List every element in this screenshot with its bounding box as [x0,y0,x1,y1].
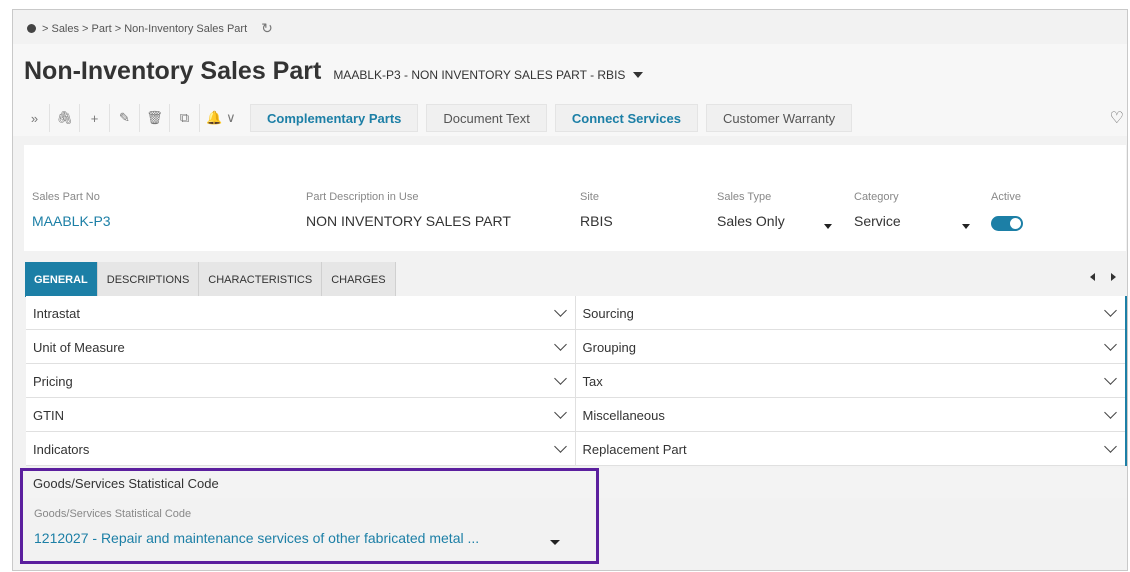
group-unit-of-measure[interactable]: Unit of Measure [26,330,576,364]
site-field: Site RBIS [580,191,613,229]
chevron-down-icon[interactable] [553,440,567,453]
chevron-down-icon[interactable] [553,338,567,351]
breadcrumb-path[interactable]: > Sales > Part > Non-Inventory Sales Par… [42,23,247,35]
chevron-down-icon[interactable] [1104,304,1117,317]
chevron-down-icon[interactable] [553,372,567,385]
category-dropdown-icon[interactable] [962,224,970,229]
header-card: Sales Part No MAABLK-P3 Part Description… [24,145,1126,251]
group-miscellaneous[interactable]: Miscellaneous [576,398,1126,432]
part-description-label: Part Description in Use [306,191,419,203]
part-description-field: Part Description in Use NON INVENTORY SA… [306,191,511,229]
toggle-knob [1010,218,1021,229]
group-row: GTIN Miscellaneous [26,398,1125,432]
group-indicators[interactable]: Indicators [26,432,576,466]
category-label: Category [854,191,899,203]
part-description-value: NON INVENTORY SALES PART [306,213,511,229]
tab-descriptions[interactable]: DESCRIPTIONS [97,262,200,297]
sales-type-field[interactable]: Sales Type Sales Only [717,191,835,229]
sales-part-no-label: Sales Part No [32,191,100,203]
active-label: Active [991,191,1021,203]
group-pricing[interactable]: Pricing [26,364,576,398]
category-value[interactable]: Service [854,213,974,229]
sales-part-no-field: Sales Part No MAABLK-P3 [32,191,111,229]
chevron-down-icon[interactable] [1104,372,1117,385]
group-label: Pricing [33,373,73,389]
group-row: Intrastat Sourcing [26,296,1125,330]
group-sourcing[interactable]: Sourcing [576,296,1126,330]
chevron-down-icon[interactable] [553,304,567,317]
tab-charges[interactable]: CHARGES [322,262,396,297]
site-label: Site [580,191,599,203]
scroll-right-icon[interactable] [1111,273,1116,281]
customer-warranty-button[interactable]: Customer Warranty [705,104,853,132]
chevron-down-icon[interactable] [1104,338,1117,351]
active-toggle[interactable] [991,216,1023,231]
chevron-down-icon[interactable] [553,406,567,419]
group-intrastat[interactable]: Intrastat [26,296,576,330]
group-row: Pricing Tax [26,364,1125,398]
refresh-icon[interactable]: ↻ [261,20,273,37]
sales-type-dropdown-icon[interactable] [824,224,832,229]
tab-general[interactable]: GENERAL [25,262,98,297]
group-panel: Intrastat Sourcing Unit of Measure Group… [26,296,1127,466]
group-row: Indicators Replacement Part [26,432,1125,466]
favorite-heart-icon[interactable]: ♡ [1110,108,1124,128]
sales-type-value[interactable]: Sales Only [717,213,835,229]
delete-icon[interactable]: 🗑 [140,104,170,132]
tab-bar: GENERAL DESCRIPTIONS CHARACTERISTICS CHA… [25,262,396,297]
bell-icon[interactable]: 🔔 ∨ [200,104,242,132]
group-grouping[interactable]: Grouping [576,330,1126,364]
group-label: Grouping [582,339,636,355]
page-title: Non-Inventory Sales Part [24,57,322,85]
connect-services-button[interactable]: Connect Services [554,104,698,132]
caret-down-icon[interactable] [633,72,644,78]
group-gtin[interactable]: GTIN [26,398,576,432]
sales-type-label: Sales Type [717,191,772,203]
group-label: Intrastat [33,305,80,321]
chevron-down-icon[interactable] [1104,440,1117,453]
sales-part-no-value[interactable]: MAABLK-P3 [32,213,111,229]
document-text-button[interactable]: Document Text [426,104,547,132]
active-field: Active [991,191,1031,231]
group-label: Indicators [33,441,90,457]
breadcrumb: > Sales > Part > Non-Inventory Sales Par… [27,20,273,37]
tab-characteristics[interactable]: CHARACTERISTICS [199,262,323,297]
group-tax[interactable]: Tax [576,364,1126,398]
group-replacement-part[interactable]: Replacement Part [576,432,1126,466]
site-value: RBIS [580,213,613,229]
highlight-box [20,468,599,564]
add-icon[interactable]: + [80,104,110,132]
group-label: Replacement Part [582,441,687,457]
edit-icon[interactable]: ✎ [110,104,140,132]
chevron-down-icon[interactable] [1104,406,1117,419]
complementary-parts-button[interactable]: Complementary Parts [250,104,419,132]
tab-scroll-arrows [1090,273,1116,281]
attachment-icon[interactable]: 🖇 [50,104,80,132]
category-field[interactable]: Category Service [854,191,974,229]
dot-icon[interactable] [27,24,36,33]
toolbar: » 🖇 + ✎ 🗑 ⧉ 🔔 ∨ Complementary Parts Docu… [20,103,853,133]
expand-icon[interactable]: » [20,104,50,132]
group-label: Sourcing [582,305,634,321]
scroll-left-icon[interactable] [1090,273,1095,281]
page-subtitle: MAABLK-P3 - NON INVENTORY SALES PART - R… [333,68,626,82]
group-row: Unit of Measure Grouping [26,330,1125,364]
group-label: Unit of Measure [33,339,125,355]
page-subtitle-selector[interactable]: MAABLK-P3 - NON INVENTORY SALES PART - R… [333,68,644,82]
group-label: GTIN [33,407,65,423]
copy-icon[interactable]: ⧉ [170,104,200,132]
group-label: Miscellaneous [582,407,665,423]
title-row: Non-Inventory Sales Part MAABLK-P3 - NON… [24,57,644,86]
group-label: Tax [582,373,603,389]
